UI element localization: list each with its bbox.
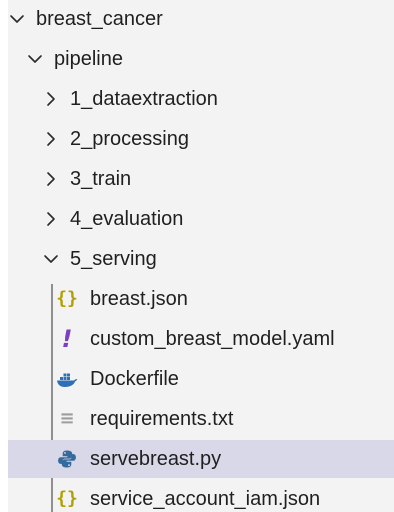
tree-item-label: 2_processing — [70, 128, 189, 150]
json-icon: {} — [56, 488, 78, 509]
editor-left-margin — [0, 0, 8, 512]
tree-item-label: 5_serving — [70, 248, 157, 270]
file-breast-json[interactable]: {} breast.json — [8, 280, 394, 318]
file-name: custom_breast_model.yaml — [90, 328, 335, 350]
tree-item-label: 3_train — [70, 168, 132, 190]
chevron-right-icon — [42, 130, 60, 148]
tree-item-label: pipeline — [54, 48, 123, 70]
tree-item-label: 4_evaluation — [70, 208, 184, 230]
tree-item-2-processing[interactable]: 2_processing — [8, 120, 394, 158]
tree-item-label: 1_dataextraction — [70, 88, 218, 110]
tree-item-pipeline[interactable]: pipeline — [8, 40, 394, 78]
tree-item-breast-cancer[interactable]: breast_cancer — [8, 0, 394, 38]
tree-item-3-train[interactable]: 3_train — [8, 160, 394, 198]
file-name: service_account_iam.json — [90, 488, 321, 510]
python-icon — [56, 448, 78, 470]
file-custom-breast-model-yaml[interactable]: ! custom_breast_model.yaml — [8, 320, 394, 358]
chevron-down-icon — [26, 50, 44, 68]
tree-item-label: breast_cancer — [36, 8, 163, 30]
json-icon: {} — [56, 288, 78, 309]
text-file-icon: ≡ — [59, 408, 75, 429]
chevron-down-icon — [42, 250, 60, 268]
tree-item-4-evaluation[interactable]: 4_evaluation — [8, 200, 394, 238]
file-name: breast.json — [90, 288, 188, 310]
tree-item-5-serving[interactable]: 5_serving — [8, 240, 394, 278]
file-requirements-txt[interactable]: ≡ requirements.txt — [8, 400, 394, 438]
file-name: servebreast.py — [90, 448, 222, 470]
yaml-icon: ! — [61, 325, 73, 353]
file-name: requirements.txt — [90, 408, 234, 430]
file-service-account-iam-json[interactable]: {} service_account_iam.json — [8, 480, 394, 512]
chevron-right-icon — [42, 170, 60, 188]
tree-item-1-dataextraction[interactable]: 1_dataextraction — [8, 80, 394, 118]
docker-icon — [56, 368, 78, 390]
file-explorer-tree: breast_cancer pipeline 1_dataextraction … — [0, 0, 394, 512]
chevron-right-icon — [42, 210, 60, 228]
file-dockerfile[interactable]: Dockerfile — [8, 360, 394, 398]
chevron-down-icon — [8, 10, 26, 28]
file-name: Dockerfile — [90, 368, 179, 390]
chevron-right-icon — [42, 90, 60, 108]
file-servebreast-py[interactable]: servebreast.py — [8, 440, 394, 478]
